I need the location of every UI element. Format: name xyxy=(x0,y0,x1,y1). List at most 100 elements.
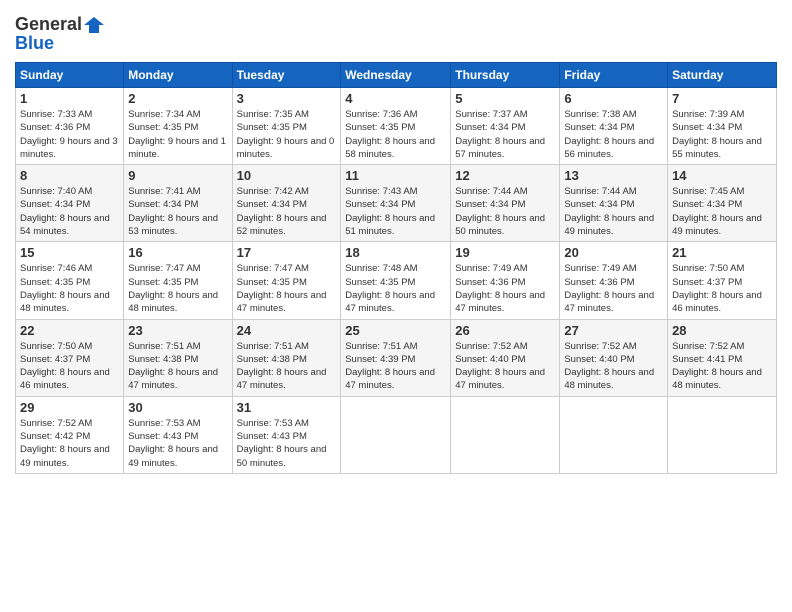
sunset-label: Sunset: 4:34 PM xyxy=(455,122,525,133)
day-info: Sunrise: 7:43 AM Sunset: 4:34 PM Dayligh… xyxy=(345,185,446,238)
daylight-label: Daylight: 8 hours and 48 minutes. xyxy=(672,367,762,391)
daylight-label: Daylight: 8 hours and 47 minutes. xyxy=(345,367,435,391)
day-info: Sunrise: 7:35 AM Sunset: 4:35 PM Dayligh… xyxy=(237,108,337,161)
sunrise-label: Sunrise: 7:40 AM xyxy=(20,186,92,197)
day-number: 30 xyxy=(128,400,227,415)
day-header-sunday: Sunday xyxy=(16,63,124,88)
day-number: 12 xyxy=(455,168,555,183)
calendar-cell: 12 Sunrise: 7:44 AM Sunset: 4:34 PM Dayl… xyxy=(451,165,560,242)
calendar-cell: 7 Sunrise: 7:39 AM Sunset: 4:34 PM Dayli… xyxy=(668,88,777,165)
logo-icon xyxy=(84,17,104,33)
day-number: 6 xyxy=(564,91,663,106)
calendar-cell: 25 Sunrise: 7:51 AM Sunset: 4:39 PM Dayl… xyxy=(341,319,451,396)
calendar-cell: 17 Sunrise: 7:47 AM Sunset: 4:35 PM Dayl… xyxy=(232,242,341,319)
day-info: Sunrise: 7:48 AM Sunset: 4:35 PM Dayligh… xyxy=(345,262,446,315)
sunset-label: Sunset: 4:36 PM xyxy=(455,277,525,288)
sunrise-label: Sunrise: 7:49 AM xyxy=(455,263,527,274)
daylight-label: Daylight: 8 hours and 48 minutes. xyxy=(128,290,218,314)
sunset-label: Sunset: 4:34 PM xyxy=(564,199,634,210)
day-number: 26 xyxy=(455,323,555,338)
calendar-cell: 21 Sunrise: 7:50 AM Sunset: 4:37 PM Dayl… xyxy=(668,242,777,319)
daylight-label: Daylight: 8 hours and 48 minutes. xyxy=(20,290,110,314)
calendar-cell: 29 Sunrise: 7:52 AM Sunset: 4:42 PM Dayl… xyxy=(16,396,124,473)
sunrise-label: Sunrise: 7:52 AM xyxy=(20,418,92,429)
daylight-label: Daylight: 8 hours and 50 minutes. xyxy=(237,444,327,468)
sunrise-label: Sunrise: 7:39 AM xyxy=(672,109,744,120)
day-info: Sunrise: 7:37 AM Sunset: 4:34 PM Dayligh… xyxy=(455,108,555,161)
day-header-monday: Monday xyxy=(124,63,232,88)
sunset-label: Sunset: 4:38 PM xyxy=(128,354,198,365)
daylight-label: Daylight: 8 hours and 47 minutes. xyxy=(128,367,218,391)
sunset-label: Sunset: 4:35 PM xyxy=(345,277,415,288)
daylight-label: Daylight: 9 hours and 1 minute. xyxy=(128,136,226,160)
daylight-label: Daylight: 9 hours and 3 minutes. xyxy=(20,136,118,160)
sunset-label: Sunset: 4:34 PM xyxy=(20,199,90,210)
day-number: 16 xyxy=(128,245,227,260)
daylight-label: Daylight: 9 hours and 0 minutes. xyxy=(237,136,335,160)
day-info: Sunrise: 7:46 AM Sunset: 4:35 PM Dayligh… xyxy=(20,262,119,315)
daylight-label: Daylight: 8 hours and 47 minutes. xyxy=(455,290,545,314)
calendar-cell: 8 Sunrise: 7:40 AM Sunset: 4:34 PM Dayli… xyxy=(16,165,124,242)
sunset-label: Sunset: 4:35 PM xyxy=(345,122,415,133)
day-number: 2 xyxy=(128,91,227,106)
sunrise-label: Sunrise: 7:52 AM xyxy=(455,341,527,352)
sunset-label: Sunset: 4:35 PM xyxy=(237,122,307,133)
daylight-label: Daylight: 8 hours and 53 minutes. xyxy=(128,213,218,237)
sunset-label: Sunset: 4:43 PM xyxy=(237,431,307,442)
sunrise-label: Sunrise: 7:53 AM xyxy=(237,418,309,429)
day-info: Sunrise: 7:44 AM Sunset: 4:34 PM Dayligh… xyxy=(564,185,663,238)
sunrise-label: Sunrise: 7:51 AM xyxy=(128,341,200,352)
daylight-label: Daylight: 8 hours and 49 minutes. xyxy=(672,213,762,237)
calendar-cell xyxy=(341,396,451,473)
day-header-tuesday: Tuesday xyxy=(232,63,341,88)
day-number: 23 xyxy=(128,323,227,338)
daylight-label: Daylight: 8 hours and 47 minutes. xyxy=(564,290,654,314)
calendar-cell: 23 Sunrise: 7:51 AM Sunset: 4:38 PM Dayl… xyxy=(124,319,232,396)
day-info: Sunrise: 7:49 AM Sunset: 4:36 PM Dayligh… xyxy=(455,262,555,315)
calendar-cell: 26 Sunrise: 7:52 AM Sunset: 4:40 PM Dayl… xyxy=(451,319,560,396)
daylight-label: Daylight: 8 hours and 57 minutes. xyxy=(455,136,545,160)
calendar-cell: 5 Sunrise: 7:37 AM Sunset: 4:34 PM Dayli… xyxy=(451,88,560,165)
day-number: 1 xyxy=(20,91,119,106)
sunset-label: Sunset: 4:38 PM xyxy=(237,354,307,365)
sunset-label: Sunset: 4:34 PM xyxy=(455,199,525,210)
logo-blue: Blue xyxy=(15,33,54,54)
sunrise-label: Sunrise: 7:44 AM xyxy=(455,186,527,197)
sunset-label: Sunset: 4:36 PM xyxy=(564,277,634,288)
sunrise-label: Sunrise: 7:52 AM xyxy=(672,341,744,352)
day-number: 5 xyxy=(455,91,555,106)
day-info: Sunrise: 7:49 AM Sunset: 4:36 PM Dayligh… xyxy=(564,262,663,315)
calendar-cell xyxy=(668,396,777,473)
day-info: Sunrise: 7:53 AM Sunset: 4:43 PM Dayligh… xyxy=(237,417,337,470)
sunset-label: Sunset: 4:34 PM xyxy=(128,199,198,210)
sunset-label: Sunset: 4:40 PM xyxy=(455,354,525,365)
day-info: Sunrise: 7:51 AM Sunset: 4:38 PM Dayligh… xyxy=(237,340,337,393)
sunset-label: Sunset: 4:35 PM xyxy=(20,277,90,288)
day-number: 20 xyxy=(564,245,663,260)
day-info: Sunrise: 7:40 AM Sunset: 4:34 PM Dayligh… xyxy=(20,185,119,238)
daylight-label: Daylight: 8 hours and 56 minutes. xyxy=(564,136,654,160)
daylight-label: Daylight: 8 hours and 58 minutes. xyxy=(345,136,435,160)
calendar-cell: 9 Sunrise: 7:41 AM Sunset: 4:34 PM Dayli… xyxy=(124,165,232,242)
day-info: Sunrise: 7:50 AM Sunset: 4:37 PM Dayligh… xyxy=(672,262,772,315)
sunrise-label: Sunrise: 7:50 AM xyxy=(20,341,92,352)
sunset-label: Sunset: 4:43 PM xyxy=(128,431,198,442)
sunset-label: Sunset: 4:42 PM xyxy=(20,431,90,442)
sunrise-label: Sunrise: 7:33 AM xyxy=(20,109,92,120)
calendar-cell: 4 Sunrise: 7:36 AM Sunset: 4:35 PM Dayli… xyxy=(341,88,451,165)
sunrise-label: Sunrise: 7:51 AM xyxy=(345,341,417,352)
calendar-cell: 3 Sunrise: 7:35 AM Sunset: 4:35 PM Dayli… xyxy=(232,88,341,165)
day-info: Sunrise: 7:50 AM Sunset: 4:37 PM Dayligh… xyxy=(20,340,119,393)
day-number: 31 xyxy=(237,400,337,415)
calendar-cell: 1 Sunrise: 7:33 AM Sunset: 4:36 PM Dayli… xyxy=(16,88,124,165)
sunrise-label: Sunrise: 7:42 AM xyxy=(237,186,309,197)
daylight-label: Daylight: 8 hours and 54 minutes. xyxy=(20,213,110,237)
daylight-label: Daylight: 8 hours and 49 minutes. xyxy=(20,444,110,468)
day-number: 29 xyxy=(20,400,119,415)
calendar-cell xyxy=(451,396,560,473)
logo: General Blue xyxy=(15,14,104,54)
calendar-cell: 30 Sunrise: 7:53 AM Sunset: 4:43 PM Dayl… xyxy=(124,396,232,473)
day-info: Sunrise: 7:36 AM Sunset: 4:35 PM Dayligh… xyxy=(345,108,446,161)
sunrise-label: Sunrise: 7:45 AM xyxy=(672,186,744,197)
sunrise-label: Sunrise: 7:47 AM xyxy=(237,263,309,274)
